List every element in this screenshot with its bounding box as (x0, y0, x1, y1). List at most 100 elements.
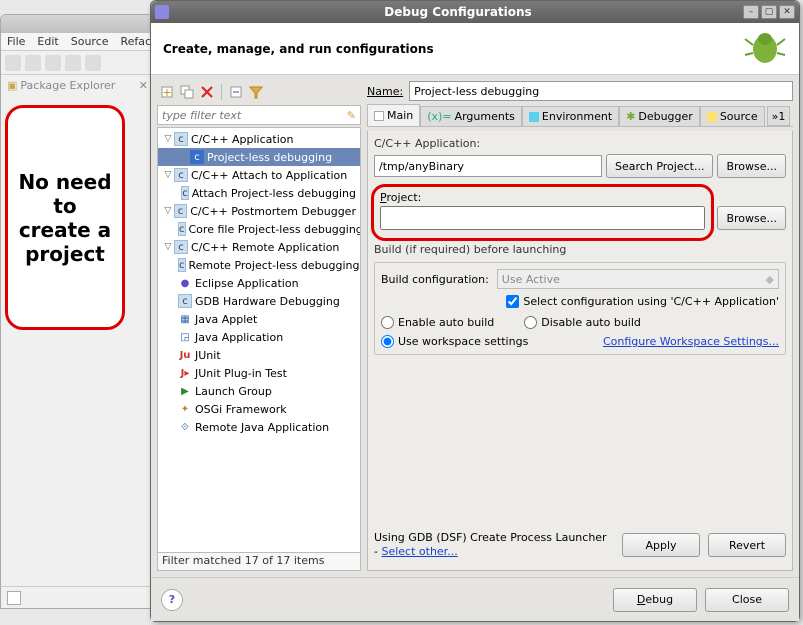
toolbar-icon[interactable] (5, 55, 21, 71)
collapse-all-icon[interactable] (228, 84, 244, 100)
dialog-title: Debug Configurations (175, 5, 741, 19)
browse-project-button[interactable]: Browse... (717, 206, 786, 230)
tree-category[interactable]: ▽cC/C++ Postmortem Debugger (158, 202, 360, 220)
c-app-icon: c (190, 150, 204, 164)
toolbar-icon[interactable] (85, 55, 101, 71)
revert-button[interactable]: Revert (708, 533, 786, 557)
name-label: Name: (367, 85, 403, 98)
c-remote-icon: c (178, 258, 186, 272)
header-text: Create, manage, and run configurations (163, 42, 434, 56)
radio-enable-auto-build[interactable]: Enable auto build (381, 316, 494, 329)
filter-icon[interactable] (248, 84, 264, 100)
main-tab-icon (374, 111, 384, 121)
tree-item[interactable]: J▸JUnit Plug-in Test (158, 364, 360, 382)
tree-item[interactable]: cGDB Hardware Debugging (158, 292, 360, 310)
close-button[interactable]: ✕ (779, 5, 795, 19)
c-app-icon: c (174, 132, 188, 146)
c-attach-icon: c (181, 186, 189, 200)
junit-plugin-icon: J▸ (178, 366, 192, 380)
app-path-input[interactable] (374, 155, 602, 177)
osgi-icon: ✦ (178, 402, 192, 416)
arguments-tab-icon: (x)= (427, 110, 451, 123)
svg-text:+: + (162, 86, 171, 99)
package-explorer-tab[interactable]: ▣ Package Explorer ✕ (1, 75, 154, 95)
radio-workspace-settings[interactable]: Use workspace settings (381, 335, 528, 348)
tree-item[interactable]: cRemote Project-less debugging (158, 256, 360, 274)
build-config-select[interactable]: Use Active◆ (497, 269, 779, 289)
menu-edit[interactable]: Edit (31, 33, 64, 50)
clear-filter-icon[interactable]: ✎ (347, 109, 356, 122)
project-label: Project: (380, 191, 421, 204)
toolbar-icon[interactable] (25, 55, 41, 71)
launcher-text: Using GDB (DSF) Create Process Launcher … (374, 531, 614, 560)
tree-item[interactable]: ●Eclipse Application (158, 274, 360, 292)
config-tabs: Main (x)=Arguments Environment ✱Debugger… (367, 105, 793, 127)
select-config-checkbox[interactable] (506, 295, 519, 308)
filter-input[interactable] (162, 109, 347, 122)
minimize-button[interactable]: – (743, 5, 759, 19)
delete-config-icon[interactable] (199, 84, 215, 100)
menu-source[interactable]: Source (65, 33, 115, 50)
dialog-header: Create, manage, and run configurations (151, 23, 799, 75)
remote-java-icon: ⟐ (178, 420, 192, 434)
tree-item[interactable]: ⟐Remote Java Application (158, 418, 360, 436)
tree-category[interactable]: ▽cC/C++ Application (158, 130, 360, 148)
maximize-button[interactable]: ▢ (761, 5, 777, 19)
tree-item[interactable]: ✦OSGi Framework (158, 400, 360, 418)
tab-arguments[interactable]: (x)=Arguments (420, 106, 522, 126)
java-app-icon: ◲ (178, 330, 192, 344)
c-attach-icon: c (174, 168, 188, 182)
tree-item[interactable]: JuJUnit (158, 346, 360, 364)
bg-menubar: File Edit Source Refact (1, 33, 154, 51)
app-label: C/C++ Application: (374, 137, 786, 150)
help-button[interactable]: ? (161, 589, 183, 611)
build-section-label: Build (if required) before launching (374, 243, 786, 256)
tab-main[interactable]: Main (367, 104, 420, 126)
duplicate-config-icon[interactable] (179, 84, 195, 100)
close-icon[interactable]: ✕ (139, 79, 148, 92)
project-input[interactable] (380, 206, 705, 230)
tree-item[interactable]: cAttach Project-less debugging (158, 184, 360, 202)
tree-item[interactable]: ▶Launch Group (158, 382, 360, 400)
browse-app-button[interactable]: Browse... (717, 154, 786, 178)
select-config-label: Select configuration using 'C/C++ Applic… (523, 295, 779, 308)
filter-status: Filter matched 17 of 17 items (157, 553, 361, 571)
c-postmortem-icon: c (174, 204, 188, 218)
launcher-row: Using GDB (DSF) Create Process Launcher … (374, 527, 786, 564)
tree-category[interactable]: ▽cC/C++ Attach to Application (158, 166, 360, 184)
name-input[interactable] (409, 81, 793, 101)
bg-titlebar (1, 15, 154, 33)
config-tree[interactable]: ▽cC/C++ Application cProject-less debugg… (157, 127, 361, 553)
tree-toolbar: + (157, 81, 361, 103)
apply-button[interactable]: Apply (622, 533, 700, 557)
toolbar-icon[interactable] (45, 55, 61, 71)
tree-item[interactable]: cCore file Project-less debugging (158, 220, 360, 238)
tree-item[interactable]: ◲Java Application (158, 328, 360, 346)
select-other-launcher-link[interactable]: Select other... (381, 545, 457, 558)
build-group: Build configuration: Use Active◆ Select … (374, 262, 786, 355)
tree-item-selected[interactable]: cProject-less debugging (158, 148, 360, 166)
tab-environment[interactable]: Environment (522, 106, 619, 126)
perspective-icon[interactable] (7, 591, 21, 605)
debugger-tab-icon: ✱ (626, 110, 635, 123)
dialog-footer: ? Debug Close (151, 577, 799, 621)
tab-source[interactable]: Source (700, 106, 765, 126)
tree-item[interactable]: ▦Java Applet (158, 310, 360, 328)
config-detail-pane: Name: Main (x)=Arguments Environment ✱De… (367, 81, 793, 571)
debug-button[interactable]: Debug (613, 588, 697, 612)
bg-toolbar (1, 51, 154, 75)
dialog-titlebar[interactable]: Debug Configurations – ▢ ✕ (151, 1, 799, 23)
radio-disable-auto-build[interactable]: Disable auto build (524, 316, 641, 329)
new-config-icon[interactable]: + (159, 84, 175, 100)
tab-overflow[interactable]: »1 (767, 106, 791, 126)
filter-input-wrap: ✎ (157, 105, 361, 125)
configure-workspace-link[interactable]: Configure Workspace Settings... (603, 335, 779, 348)
toolbar-icon[interactable] (65, 55, 81, 71)
package-explorer-icon: ▣ (7, 79, 17, 92)
java-applet-icon: ▦ (178, 312, 192, 326)
close-dialog-button[interactable]: Close (705, 588, 789, 612)
search-project-button[interactable]: Search Project... (606, 154, 713, 178)
tree-category[interactable]: ▽cC/C++ Remote Application (158, 238, 360, 256)
tab-debugger[interactable]: ✱Debugger (619, 106, 700, 126)
menu-file[interactable]: File (1, 33, 31, 50)
